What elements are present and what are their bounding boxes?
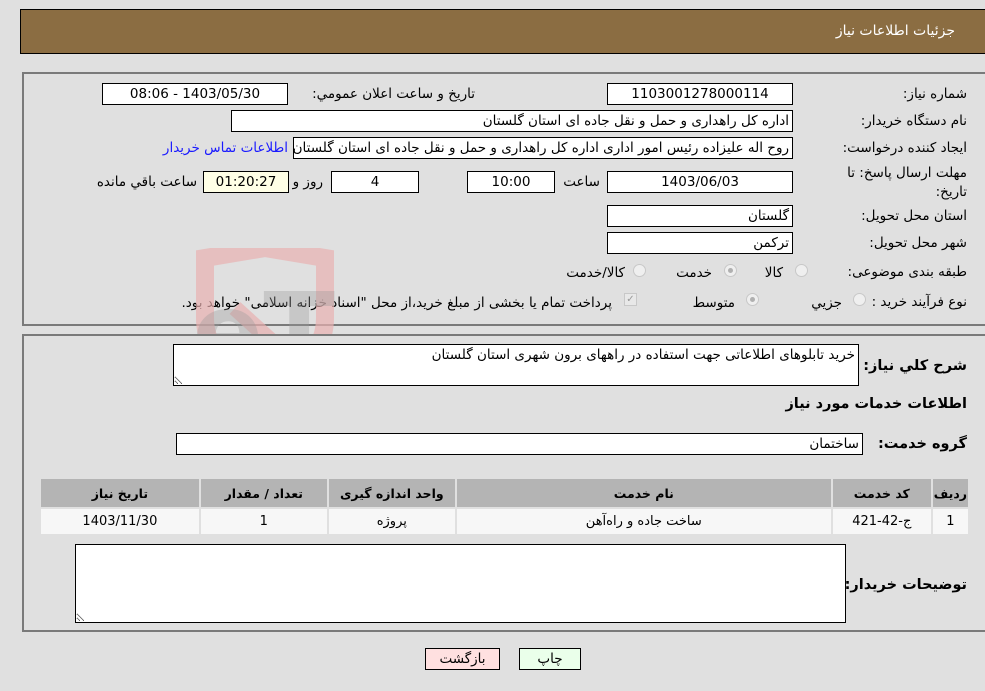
summary-label: شرح كلي نياز: [863,358,967,374]
province-field[interactable]: گلستان [607,205,793,227]
service-group-field[interactable]: ساختمان [176,433,863,455]
creator-label: ایجاد کننده درخواست: [842,140,967,156]
deadline-label: مهلت ارسال پاسخ: تا تاریخ: [847,165,967,200]
cell-quantity: 1 [198,507,329,536]
category-radio-goods[interactable] [795,264,808,277]
remaining-time-field[interactable]: 01:20:27 [203,171,289,193]
deadline-time-field[interactable]: 10:00 [467,171,555,193]
announce-date-field[interactable]: 1403/05/30 - 08:06 [102,83,288,105]
treasury-payment-checkbox[interactable]: ✓ [624,293,637,306]
services-heading: اطلاعات خدمات مورد نیاز [785,396,967,412]
buyer-org-label: نام دستگاه خریدار: [860,113,967,129]
table-header-row: رديف كد خدمت نام خدمت واحد اندازه گيری ت… [39,477,971,509]
service-group-label: گروه خدمت: [877,436,967,452]
cell-unit: پروژه [326,507,457,536]
days-label: روز و [292,174,323,190]
days-remaining-field[interactable]: 4 [331,171,419,193]
col-need-date: تاریخ نیاز [39,477,201,509]
col-service-name: نام خدمت [454,477,833,509]
process-type-label: نوع فرآیند خرید : [871,294,967,310]
category-option-service: خدمت [676,265,712,281]
col-unit: واحد اندازه گيری [326,477,457,509]
cell-need-date: 1403/11/30 [39,507,201,536]
treasury-payment-note: پرداخت تمام یا بخشی از مبلغ خرید،از محل … [181,295,612,311]
category-option-goods-service: کالا/خدمت [566,265,625,281]
city-label: شهر محل تحویل: [869,235,967,251]
process-radio-medium[interactable] [746,293,759,306]
back-button[interactable]: بازگشت [425,648,500,670]
category-radio-goods-service[interactable] [633,264,646,277]
category-label: طبقه بندی موضوعی: [847,264,967,280]
category-radio-service[interactable] [724,264,737,277]
cell-service-code: ج-42-421 [830,507,933,536]
deadline-date-field[interactable]: 1403/06/03 [607,171,793,193]
process-option-medium: متوسط [692,295,735,311]
buyer-contact-link[interactable]: اطلاعات تماس خریدار [163,140,288,156]
announce-date-label: تاریخ و ساعت اعلان عمومي: [312,86,475,102]
page-title: جزئیات اطلاعات نیاز [835,23,955,39]
need-number-field[interactable]: 1103001278000114 [607,83,793,105]
services-table: رديف كد خدمت نام خدمت واحد اندازه گيری ت… [39,477,971,536]
cell-service-name: ساخت جاده و راه‌آهن [454,507,833,536]
process-radio-minor[interactable] [853,293,866,306]
summary-textarea[interactable]: خرید تابلوهای اطلاعاتی جهت استفاده در را… [173,344,859,386]
buyer-notes-label: توضیحات خریدار: [844,577,967,593]
process-option-minor: جزيي [811,295,842,311]
creator-field[interactable]: روح اله علیزاده رئیس امور اداری اداره کل… [293,137,793,159]
remaining-time-label: ساعت باقي مانده [96,174,197,190]
deadline-time-label: ساعت [563,174,600,190]
category-option-goods: کالا [764,265,783,281]
city-field[interactable]: ترکمن [607,232,793,254]
page-header: جزئیات اطلاعات نیاز [20,9,985,54]
need-number-label: شماره نیاز: [902,86,967,102]
cell-row: 1 [930,507,971,536]
print-button[interactable]: چاپ [519,648,581,670]
province-label: استان محل تحویل: [861,208,967,224]
col-service-code: كد خدمت [830,477,933,509]
buyer-org-field[interactable]: اداره کل راهداری و حمل و نقل جاده ای است… [231,110,793,132]
buyer-notes-textarea[interactable] [75,544,846,623]
col-row: رديف [930,477,971,509]
table-row: 1 ج-42-421 ساخت جاده و راه‌آهن پروژه 1 1… [39,507,971,536]
col-quantity: تعداد / مقدار [198,477,329,509]
